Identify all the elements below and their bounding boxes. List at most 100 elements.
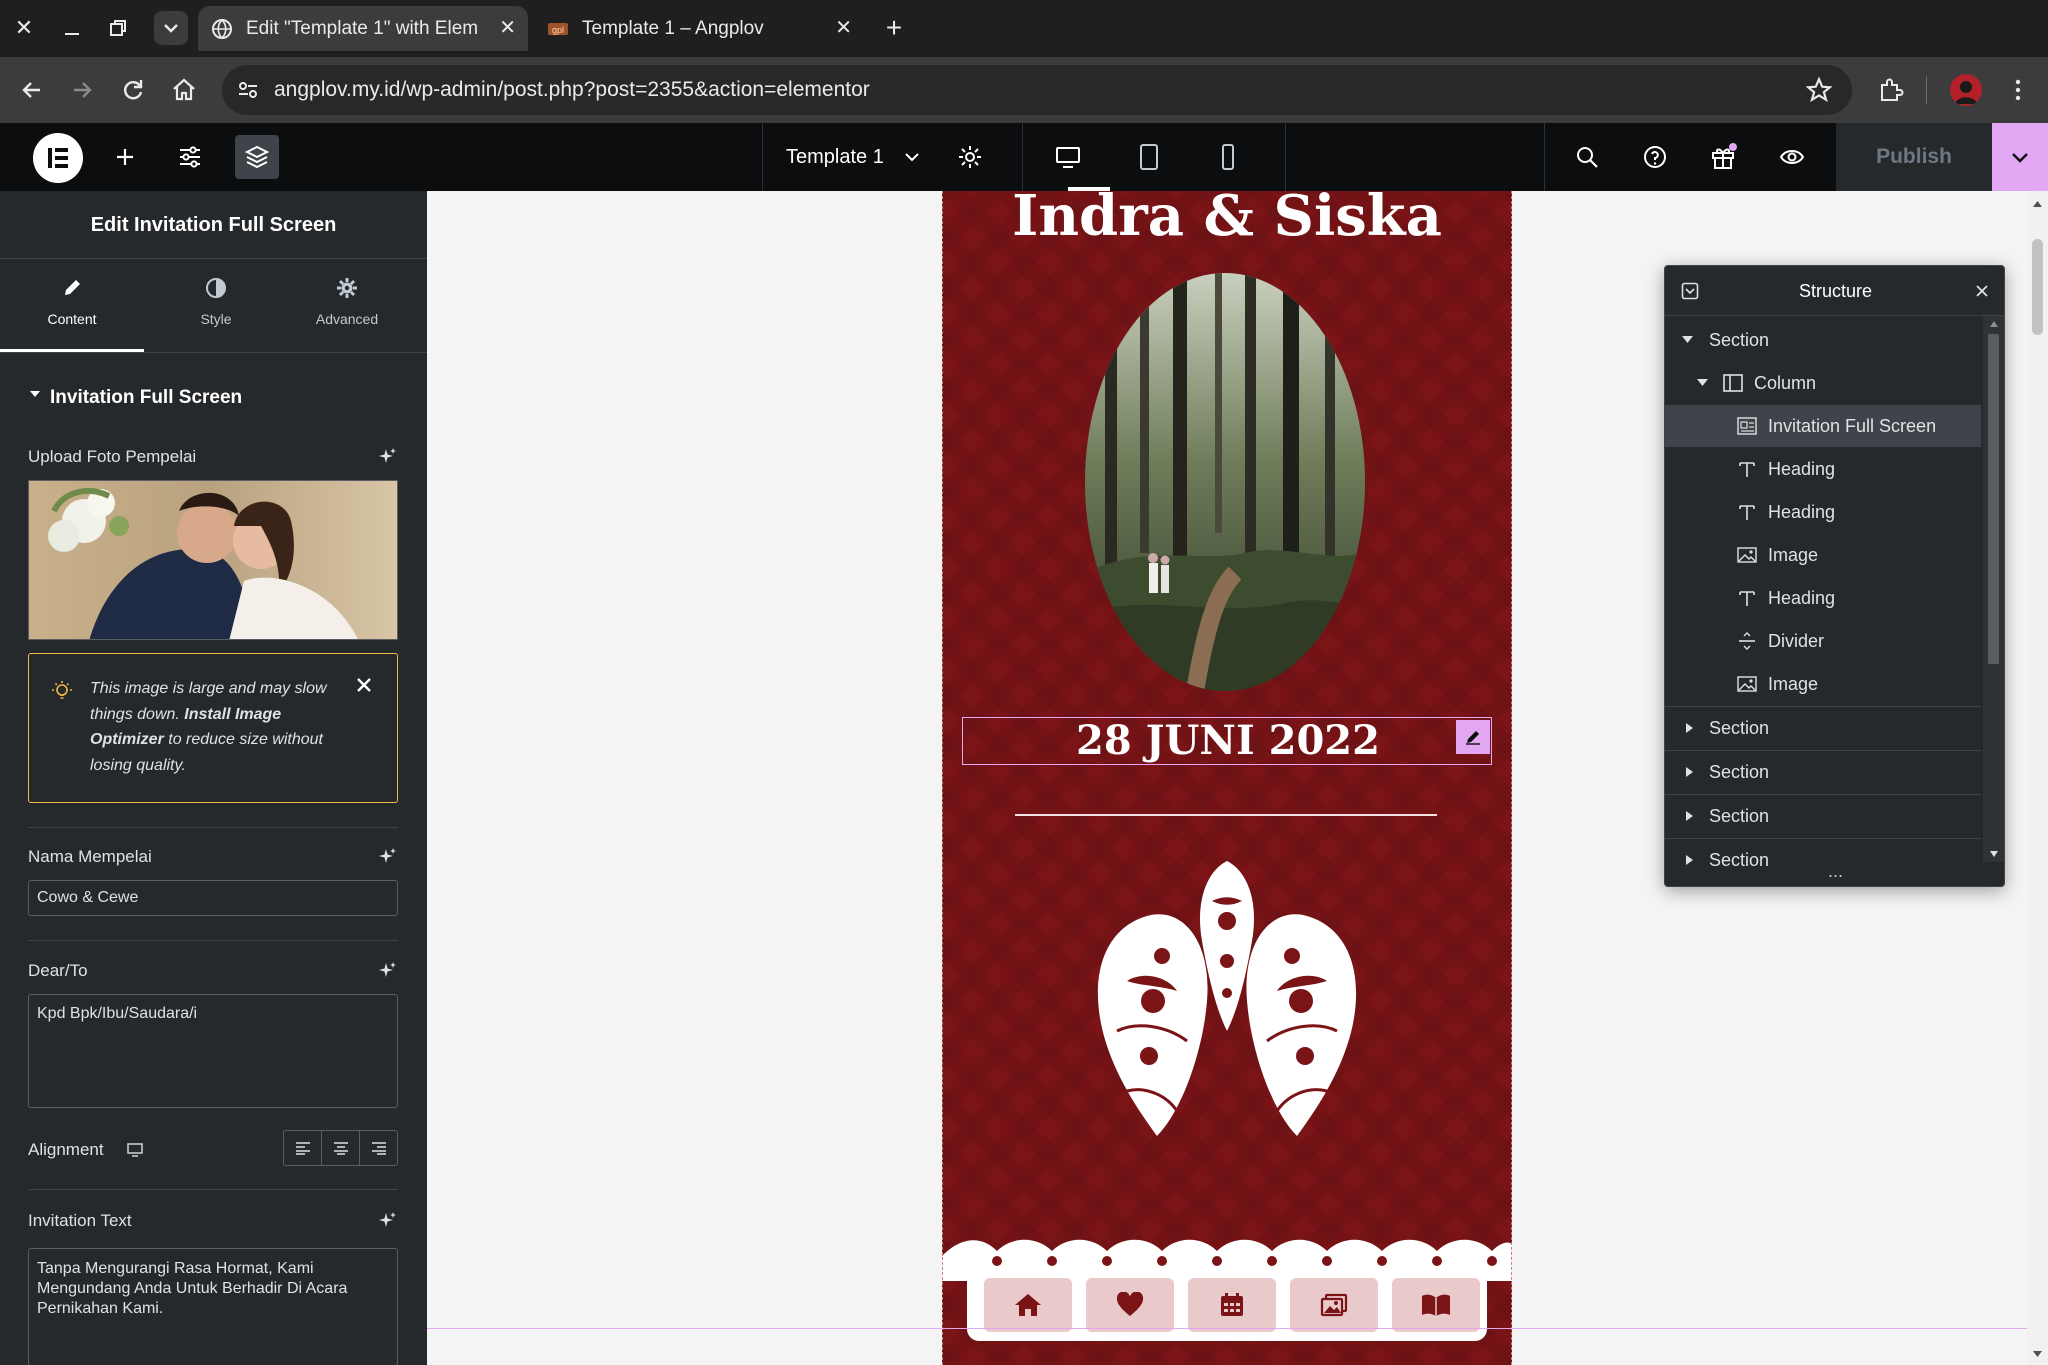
- ornament-image[interactable]: [1087, 861, 1367, 1161]
- nav-couple-button[interactable]: [1086, 1278, 1174, 1332]
- back-icon[interactable]: [16, 74, 48, 106]
- section-title[interactable]: Invitation Full Screen: [50, 387, 242, 409]
- date-heading-selected[interactable]: 28 JUNI 2022: [962, 717, 1492, 765]
- tab-search-icon[interactable]: [154, 11, 188, 45]
- mobile-view-icon[interactable]: [1208, 137, 1248, 177]
- nav-home-button[interactable]: [984, 1278, 1072, 1332]
- close-icon[interactable]: [1975, 284, 1989, 298]
- invitation-text-textarea[interactable]: Tanpa Mengurangi Rasa Hormat, Kami Mengu…: [28, 1248, 398, 1365]
- structure-layers-icon[interactable]: [235, 135, 279, 179]
- structure-item-heading[interactable]: Heading: [1665, 577, 1981, 619]
- nav-event-button[interactable]: [1188, 1278, 1276, 1332]
- structure-item-invitation-full-screen[interactable]: Invitation Full Screen: [1665, 405, 1981, 447]
- publish-options-button[interactable]: [1992, 123, 2048, 191]
- caret-down-icon[interactable]: [1696, 377, 1709, 389]
- align-left-button[interactable]: [284, 1131, 322, 1165]
- nav-guestbook-button[interactable]: [1392, 1278, 1480, 1332]
- structure-item-divider[interactable]: Divider: [1665, 620, 1981, 662]
- heart-icon: [1116, 1292, 1144, 1316]
- extensions-icon[interactable]: [1874, 74, 1906, 106]
- structure-item-image[interactable]: Image: [1665, 663, 1981, 705]
- divider-line[interactable]: [1015, 814, 1437, 816]
- url-text[interactable]: angplov.my.id/wp-admin/post.php?post=235…: [274, 65, 870, 115]
- structure-item-label: Section: [1709, 330, 1770, 350]
- structure-item-section[interactable]: Section: [1665, 319, 1981, 361]
- whats-new-gift-icon[interactable]: [1703, 137, 1743, 177]
- canvas-scrollbar[interactable]: [2027, 191, 2048, 1365]
- caret-right-icon[interactable]: [1684, 810, 1695, 822]
- tab-style[interactable]: Style: [144, 259, 288, 353]
- nama-mempelai-input[interactable]: Cowo & Cewe: [28, 880, 398, 916]
- uploaded-photo-preview[interactable]: [28, 480, 398, 640]
- omnibox[interactable]: angplov.my.id/wp-admin/post.php?post=235…: [222, 65, 1852, 115]
- search-icon[interactable]: [1567, 137, 1607, 177]
- structure-item-heading[interactable]: Heading: [1665, 491, 1981, 533]
- structure-item-heading[interactable]: Heading: [1665, 448, 1981, 490]
- couple-name-heading[interactable]: Indra & Siska: [942, 191, 1512, 249]
- ai-sparkle-icon[interactable]: [378, 960, 398, 980]
- forward-icon[interactable]: [66, 74, 98, 106]
- close-tab-icon[interactable]: ✕: [499, 6, 516, 51]
- chevron-down-icon[interactable]: [892, 137, 932, 177]
- caret-right-icon[interactable]: [1684, 722, 1695, 734]
- nav-gallery-button[interactable]: [1290, 1278, 1378, 1332]
- tab-advanced[interactable]: Advanced: [275, 259, 419, 353]
- scroll-up-arrow-icon[interactable]: [1989, 320, 1999, 328]
- preview-eye-icon[interactable]: [1772, 137, 1812, 177]
- publish-button[interactable]: Publish: [1836, 123, 1992, 191]
- bar-divider: [762, 123, 763, 191]
- structure-scrollbar[interactable]: [1983, 316, 2004, 862]
- document-name[interactable]: Template 1: [786, 123, 884, 191]
- page-settings-icon[interactable]: [950, 137, 990, 177]
- wedding-date-heading[interactable]: 28 JUNI 2022: [963, 718, 1493, 764]
- scrollbar-thumb[interactable]: [1988, 334, 1999, 664]
- caret-down-icon[interactable]: [1681, 334, 1694, 346]
- ai-sparkle-icon[interactable]: [378, 446, 398, 466]
- browser-menu-icon[interactable]: [2002, 74, 2034, 106]
- elementor-logo-icon[interactable]: [33, 133, 83, 183]
- scroll-down-arrow-icon[interactable]: [1989, 850, 1999, 858]
- home-icon[interactable]: [168, 74, 200, 106]
- section-toggle[interactable]: [28, 387, 42, 406]
- caret-right-icon[interactable]: [1684, 766, 1695, 778]
- site-info-icon[interactable]: [236, 78, 260, 102]
- ai-sparkle-icon[interactable]: [378, 1210, 398, 1230]
- site-settings-icon[interactable]: [170, 137, 210, 177]
- align-center-button[interactable]: [322, 1131, 360, 1165]
- structure-header[interactable]: Structure: [1665, 266, 2004, 316]
- edit-widget-button[interactable]: [1456, 720, 1490, 754]
- bookmark-star-icon[interactable]: [1806, 77, 1832, 103]
- responsive-desktop-icon[interactable]: [126, 1141, 144, 1159]
- dear-to-textarea[interactable]: Kpd Bpk/Ibu/Saudara/i: [28, 994, 398, 1108]
- structure-resize-handle[interactable]: ...: [1665, 862, 2004, 886]
- structure-item-section[interactable]: Section: [1665, 706, 1981, 750]
- tab-template-angplov[interactable]: gpl Template 1 – Angplov ✕: [534, 6, 864, 51]
- structure-panel: Structure Section Column Invitation Full…: [1664, 265, 2005, 887]
- tab-content[interactable]: Content: [0, 259, 144, 353]
- structure-item-image[interactable]: Image: [1665, 534, 1981, 576]
- desktop-view-icon[interactable]: [1048, 137, 1088, 177]
- tablet-view-icon[interactable]: [1129, 137, 1169, 177]
- ai-sparkle-icon[interactable]: [378, 846, 398, 866]
- align-right-button[interactable]: [360, 1131, 397, 1165]
- tab-edit-template[interactable]: Edit "Template 1" with Elem ✕: [198, 6, 528, 51]
- scroll-down-arrow-icon[interactable]: [2032, 1349, 2043, 1359]
- close-icon[interactable]: [355, 676, 373, 694]
- new-tab-icon[interactable]: +: [880, 14, 908, 42]
- add-element-icon[interactable]: [105, 137, 145, 177]
- profile-avatar[interactable]: [1950, 74, 1982, 106]
- structure-item-column[interactable]: Column: [1665, 362, 1981, 404]
- structure-item-section[interactable]: Section: [1665, 794, 1981, 838]
- scroll-up-arrow-icon[interactable]: [2032, 199, 2043, 209]
- scrollbar-thumb[interactable]: [2032, 239, 2043, 335]
- restore-window-icon[interactable]: [104, 14, 132, 42]
- invitation-text-label: Invitation Text: [28, 1211, 132, 1230]
- close-window-icon[interactable]: ✕: [10, 14, 38, 42]
- structure-item-section[interactable]: Section: [1665, 750, 1981, 794]
- reload-icon[interactable]: [117, 74, 149, 106]
- forest-couple-photo[interactable]: [1085, 273, 1365, 691]
- close-tab-icon[interactable]: ✕: [835, 6, 852, 51]
- minimize-window-icon[interactable]: [58, 14, 86, 42]
- help-icon[interactable]: [1635, 137, 1675, 177]
- separator: [28, 1189, 398, 1190]
